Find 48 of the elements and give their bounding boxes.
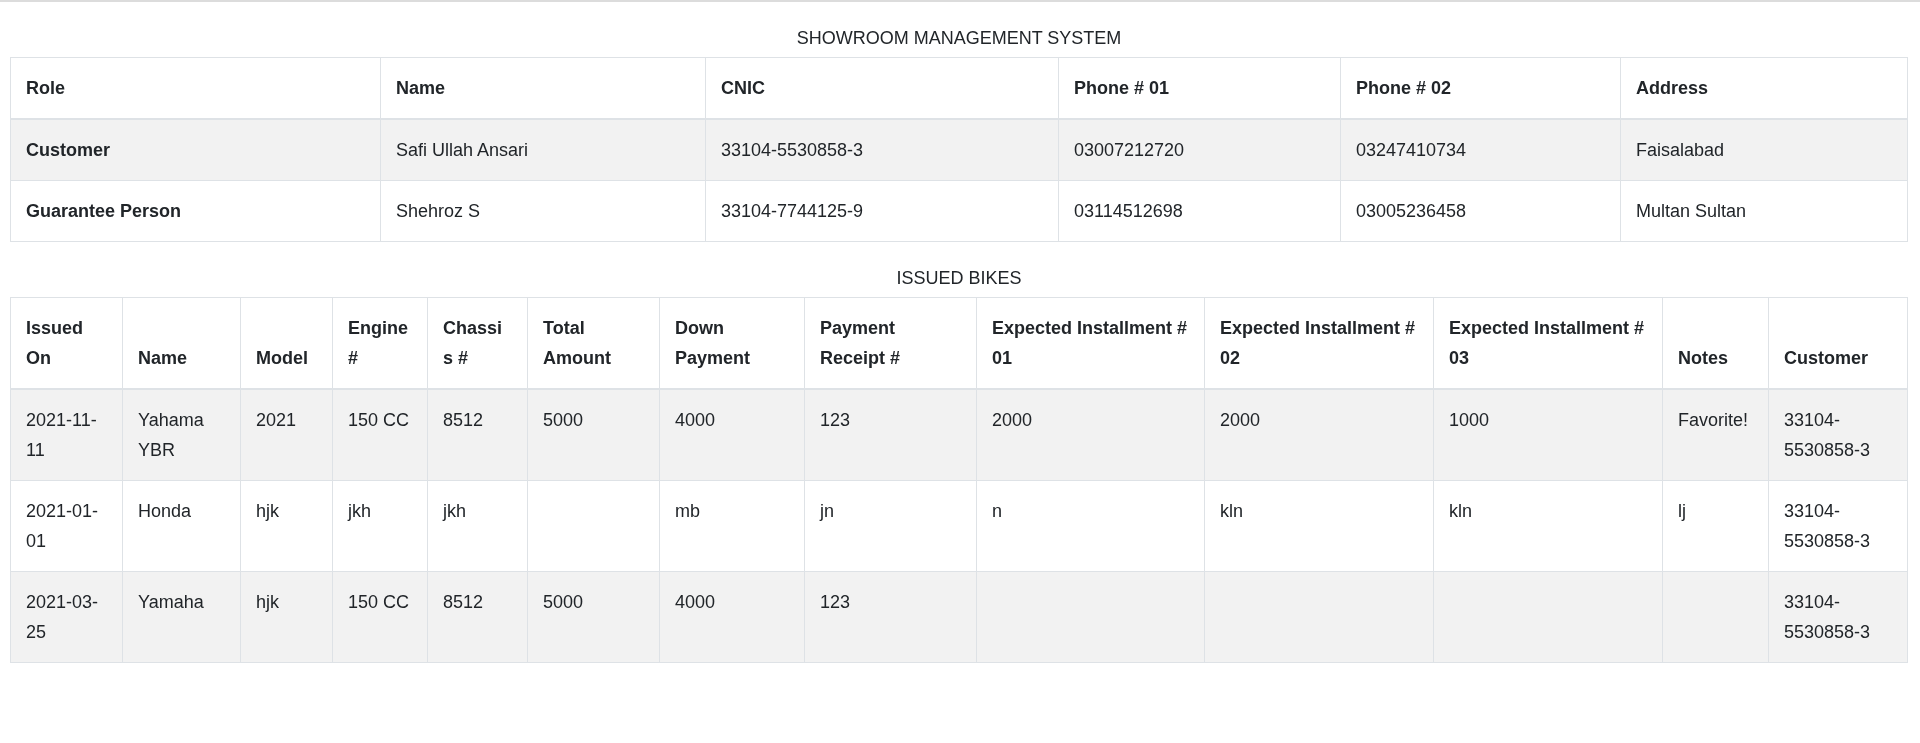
table-cell: jkh — [332, 480, 428, 572]
table-cell: 1000 — [1433, 389, 1663, 481]
table-cell: Multan Sultan — [1620, 180, 1908, 242]
table-cell: hjk — [240, 571, 333, 663]
table-cell: 8512 — [427, 571, 528, 663]
table-cell: 33104-5530858-3 — [1768, 480, 1908, 572]
table-cell: kln — [1433, 480, 1663, 572]
table-cell: 33104-5530858-3 — [1768, 571, 1908, 663]
table-cell: 2021-01-01 — [10, 480, 123, 572]
table-cell: 5000 — [527, 389, 660, 481]
table-cell: 33104-7744125-9 — [705, 180, 1059, 242]
table-cell: Faisalabad — [1620, 119, 1908, 181]
table-cell: Favorite! — [1662, 389, 1769, 481]
table-cell: jkh — [427, 480, 528, 572]
table-cell: 150 CC — [332, 389, 428, 481]
row-header: Guarantee Person — [10, 180, 381, 242]
table-cell: 03114512698 — [1058, 180, 1341, 242]
table-cell: 2021 — [240, 389, 333, 481]
table-cell: 2000 — [976, 389, 1205, 481]
table-cell: 2021-11-11 — [10, 389, 123, 481]
table-cell: lj — [1662, 480, 1769, 572]
table-cell: hjk — [240, 480, 333, 572]
table-cell: n — [976, 480, 1205, 572]
table-cell: 03247410734 — [1340, 119, 1621, 181]
table-cell: Yamaha — [122, 571, 241, 663]
table-cell: 33104-5530858-3 — [705, 119, 1059, 181]
table-cell: jn — [804, 480, 977, 572]
table-cell: 2000 — [1204, 389, 1434, 481]
table-cell: 4000 — [659, 389, 805, 481]
table-cell: Safi Ullah Ansari — [380, 119, 706, 181]
table-cell: 123 — [804, 389, 977, 481]
table-cell: Yahama YBR — [122, 389, 241, 481]
table-cell: 8512 — [427, 389, 528, 481]
table-cell: 5000 — [527, 571, 660, 663]
table-title: SHOWROOM MANAGEMENT SYSTEM — [795, 27, 1123, 50]
table-cell: kln — [1204, 480, 1434, 572]
table-title: ISSUED BIKES — [895, 267, 1023, 290]
table-cell: 4000 — [659, 571, 805, 663]
table-cell: 03007212720 — [1058, 119, 1341, 181]
table-cell: 33104-5530858-3 — [1768, 389, 1908, 481]
table-cell: Shehroz S — [380, 180, 706, 242]
table-cell: 150 CC — [332, 571, 428, 663]
table-cell: Honda — [122, 480, 241, 572]
table-cell: mb — [659, 480, 805, 572]
table-cell: 2021-03-25 — [10, 571, 123, 663]
row-header: Customer — [10, 119, 381, 181]
table-cell: 123 — [804, 571, 977, 663]
table-cell: 03005236458 — [1340, 180, 1621, 242]
